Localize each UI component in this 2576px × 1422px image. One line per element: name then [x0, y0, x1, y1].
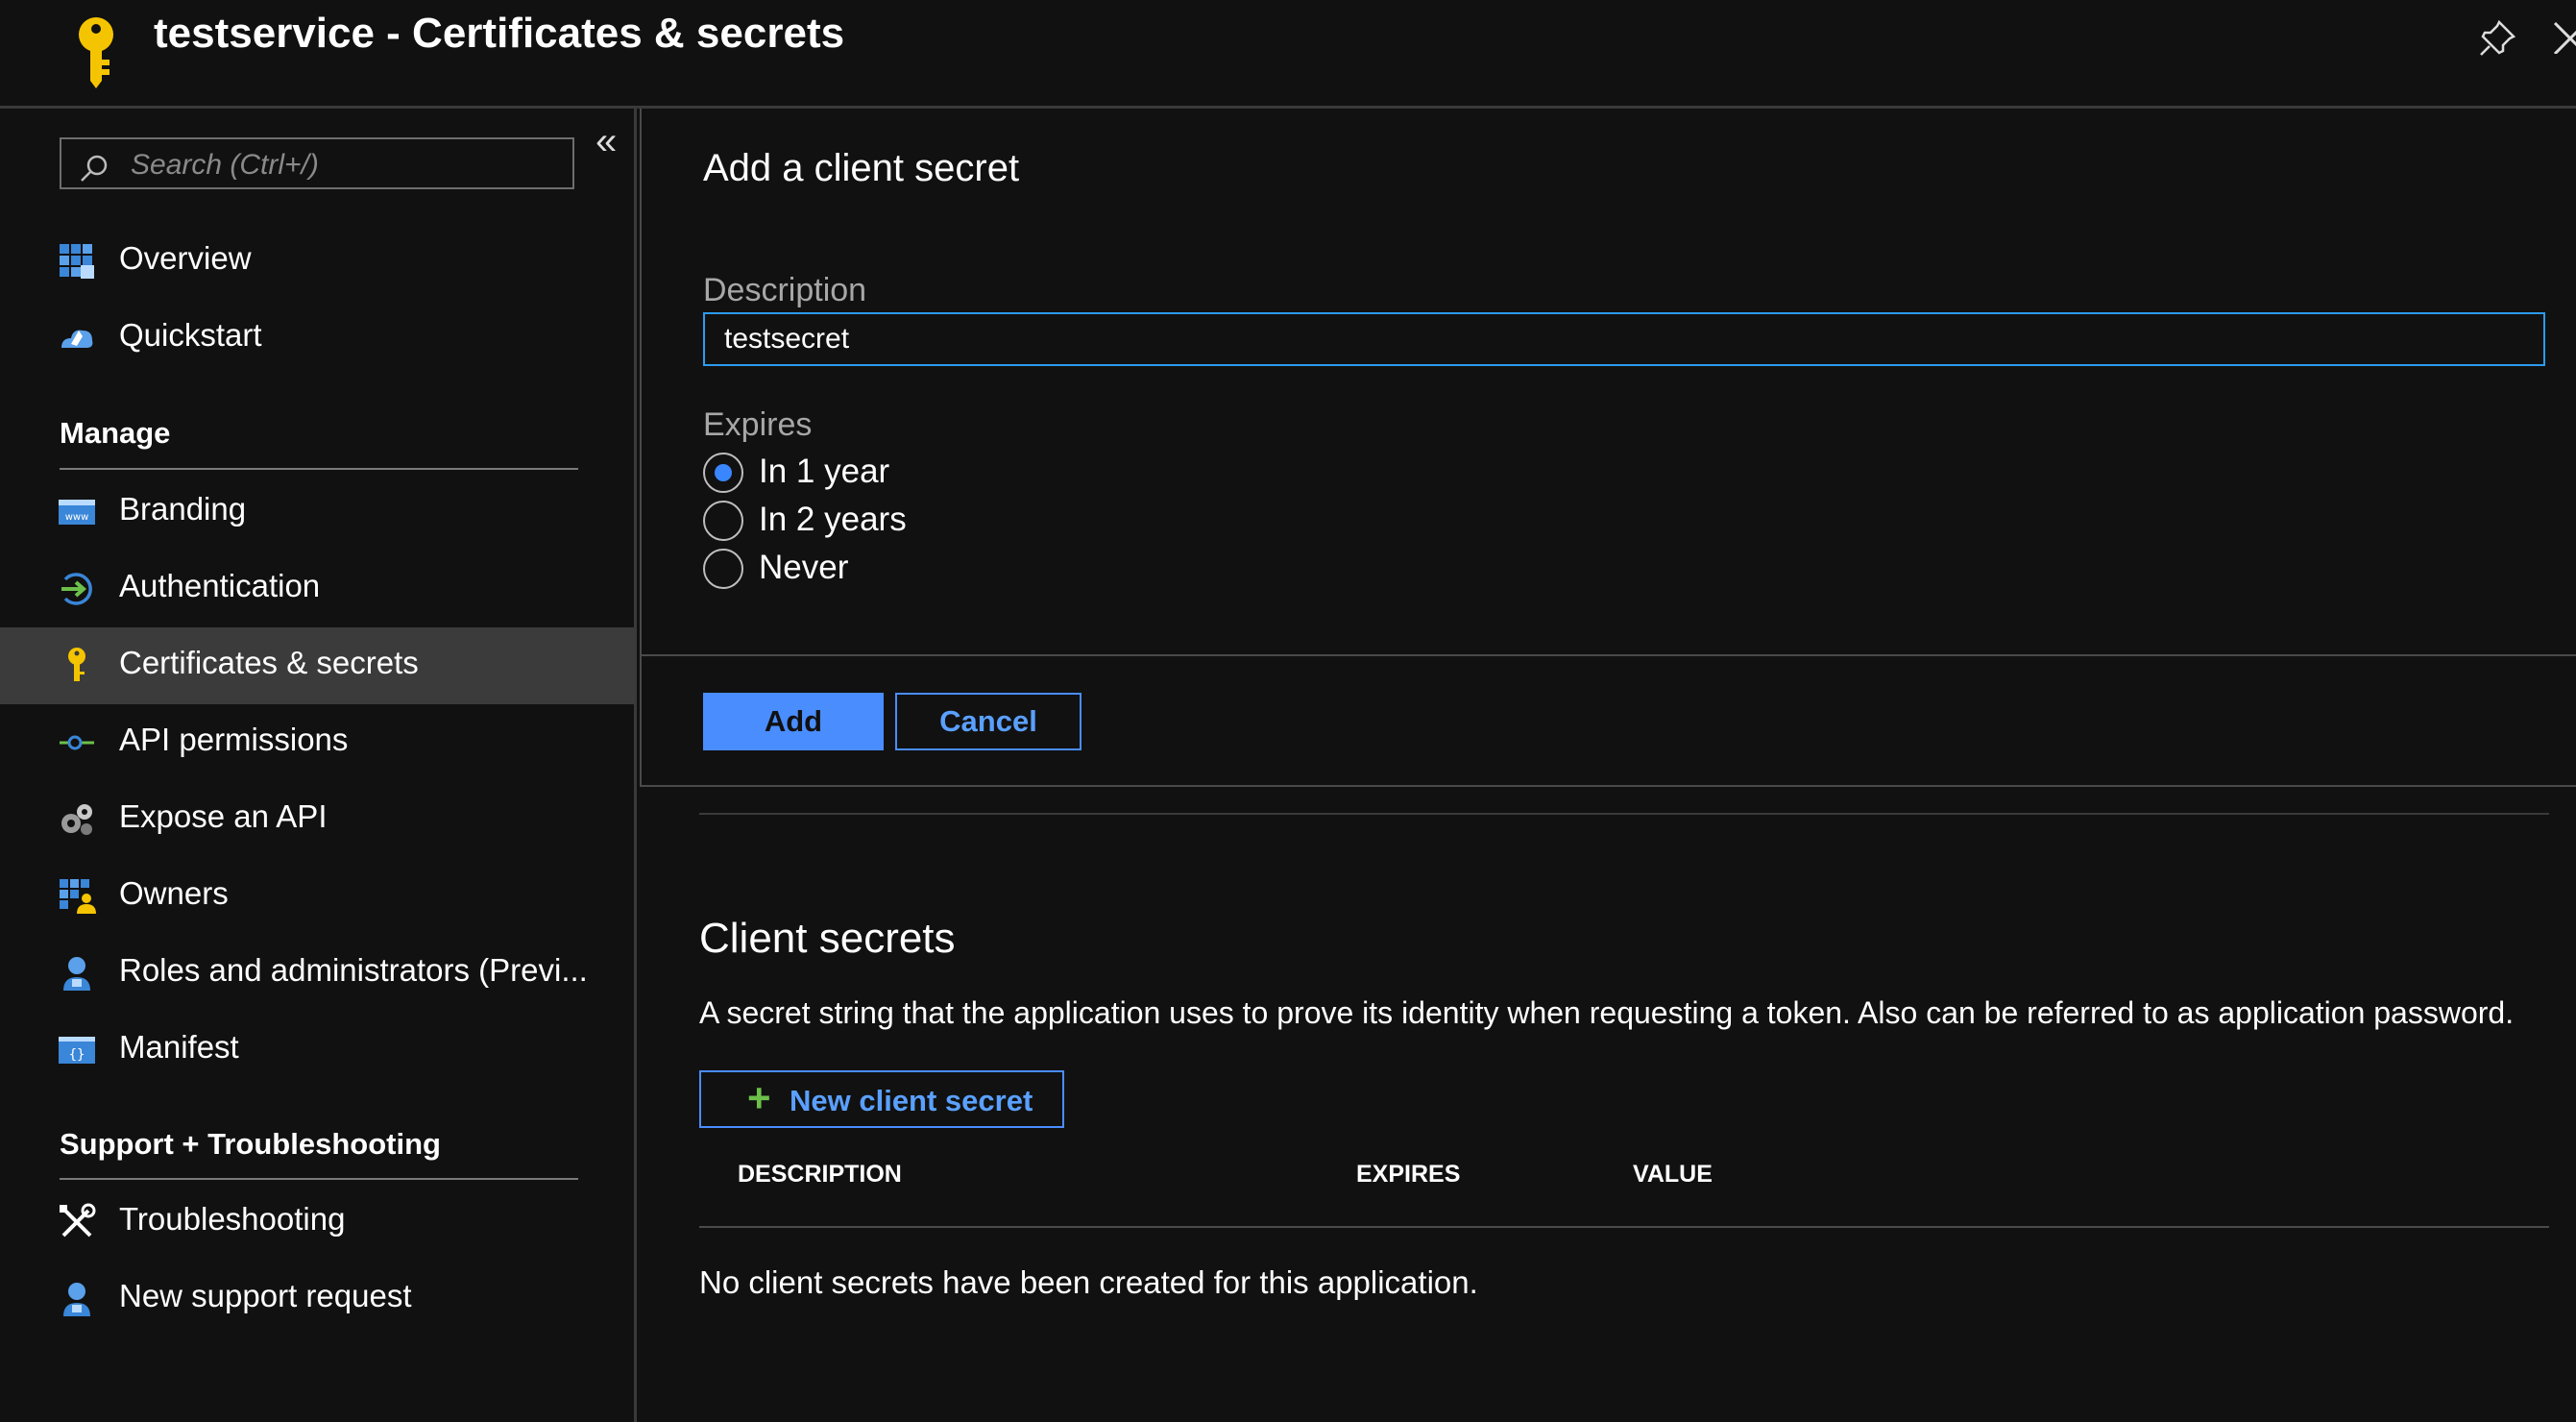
- sidebar-item-overview[interactable]: Overview: [0, 223, 634, 300]
- key-icon: [79, 17, 113, 88]
- sidebar-item-label: Branding: [119, 491, 247, 527]
- radio-label: In 1 year: [759, 453, 890, 490]
- sidebar-item-branding[interactable]: www Branding: [0, 474, 634, 551]
- sidebar-item-label: Troubleshooting: [119, 1201, 346, 1237]
- column-header-expires: EXPIRES: [1356, 1161, 1461, 1188]
- search-icon: [81, 155, 108, 182]
- search-input[interactable]: [129, 143, 555, 187]
- add-button[interactable]: Add: [703, 693, 884, 750]
- radio-label: In 2 years: [759, 501, 907, 538]
- sidebar: « Overview Quickstart Manage www Brandin…: [0, 109, 637, 1422]
- panel-footer-divider: [642, 654, 2576, 656]
- add-client-secret-panel: Add a client secret Description Expires …: [640, 109, 2576, 787]
- owners-icon: [60, 879, 96, 914]
- sidebar-item-label: Owners: [119, 875, 229, 911]
- branding-icon: www: [59, 500, 95, 525]
- expose-api-icon: [61, 804, 92, 835]
- sidebar-item-new-support-request[interactable]: New support request: [0, 1261, 634, 1337]
- radio-button[interactable]: [703, 549, 743, 589]
- description-label: Description: [703, 272, 867, 308]
- sidebar-item-label: Quickstart: [119, 317, 262, 353]
- key-icon: [68, 648, 85, 681]
- sidebar-item-label: API permissions: [119, 722, 349, 757]
- sidebar-item-label: Roles and administrators (Previ...: [119, 952, 588, 988]
- sidebar-item-owners[interactable]: Owners: [0, 858, 634, 935]
- sidebar-item-label: Authentication: [119, 568, 321, 603]
- column-header-description: DESCRIPTION: [738, 1161, 902, 1188]
- radio-button[interactable]: [703, 501, 743, 541]
- pin-icon[interactable]: [2478, 19, 2516, 58]
- blade-header: testservice - Certificates & secrets: [0, 0, 2576, 109]
- sidebar-item-troubleshooting[interactable]: Troubleshooting: [0, 1184, 634, 1261]
- sidebar-item-roles-administrators[interactable]: Roles and administrators (Previ...: [0, 935, 634, 1012]
- column-header-value: VALUE: [1633, 1161, 1713, 1188]
- sidebar-item-label: Manifest: [119, 1029, 239, 1065]
- section-heading-support: Support + Troubleshooting: [60, 1127, 441, 1161]
- empty-table-message: No client secrets have been created for …: [699, 1264, 1478, 1300]
- new-client-secret-label: New client secret: [790, 1084, 1033, 1117]
- sidebar-item-api-permissions[interactable]: API permissions: [0, 704, 634, 781]
- quickstart-icon: [61, 330, 93, 348]
- sidebar-item-quickstart[interactable]: Quickstart: [0, 300, 634, 377]
- close-icon[interactable]: [2553, 19, 2576, 54]
- overview-icon: [60, 244, 94, 279]
- cancel-button[interactable]: Cancel: [895, 693, 1081, 750]
- client-secrets-heading: Client secrets: [699, 915, 956, 962]
- radio-button[interactable]: [703, 453, 743, 493]
- collapse-sidebar-icon[interactable]: «: [595, 122, 617, 160]
- radio-label: Never: [759, 549, 849, 586]
- description-input[interactable]: [703, 312, 2545, 366]
- panel-title: Add a client secret: [703, 147, 1020, 189]
- sidebar-item-manifest[interactable]: {} Manifest: [0, 1012, 634, 1089]
- support-request-icon: [63, 1283, 90, 1316]
- section-heading-manage: Manage: [60, 416, 171, 450]
- plus-icon: +: [747, 1075, 771, 1120]
- section-divider: [699, 813, 2549, 815]
- sidebar-item-certificates-secrets[interactable]: Certificates & secrets: [0, 627, 634, 704]
- search-box[interactable]: [60, 137, 574, 189]
- new-client-secret-button[interactable]: + New client secret: [699, 1070, 1064, 1128]
- expires-label: Expires: [703, 406, 813, 443]
- manifest-icon: {}: [59, 1037, 95, 1064]
- page-title: testservice - Certificates & secrets: [154, 10, 845, 57]
- svg-text:www: www: [65, 512, 89, 523]
- authentication-icon: [61, 573, 92, 605]
- section-divider: [60, 468, 578, 470]
- api-permissions-icon: [60, 735, 94, 750]
- svg-text:{}: {}: [69, 1047, 85, 1063]
- troubleshooting-icon: [60, 1203, 96, 1238]
- sidebar-item-label: Expose an API: [119, 798, 328, 834]
- client-secrets-description: A secret string that the application use…: [699, 995, 2515, 1030]
- sidebar-item-label: New support request: [119, 1278, 412, 1313]
- sidebar-item-label: Overview: [119, 240, 252, 276]
- roles-icon: [63, 957, 90, 991]
- sidebar-item-label: Certificates & secrets: [119, 645, 419, 680]
- radio-selected-dot: [715, 464, 732, 481]
- section-divider: [60, 1178, 578, 1180]
- sidebar-item-authentication[interactable]: Authentication: [0, 551, 634, 627]
- sidebar-item-expose-an-api[interactable]: Expose an API: [0, 781, 634, 858]
- table-header-divider: [699, 1226, 2549, 1228]
